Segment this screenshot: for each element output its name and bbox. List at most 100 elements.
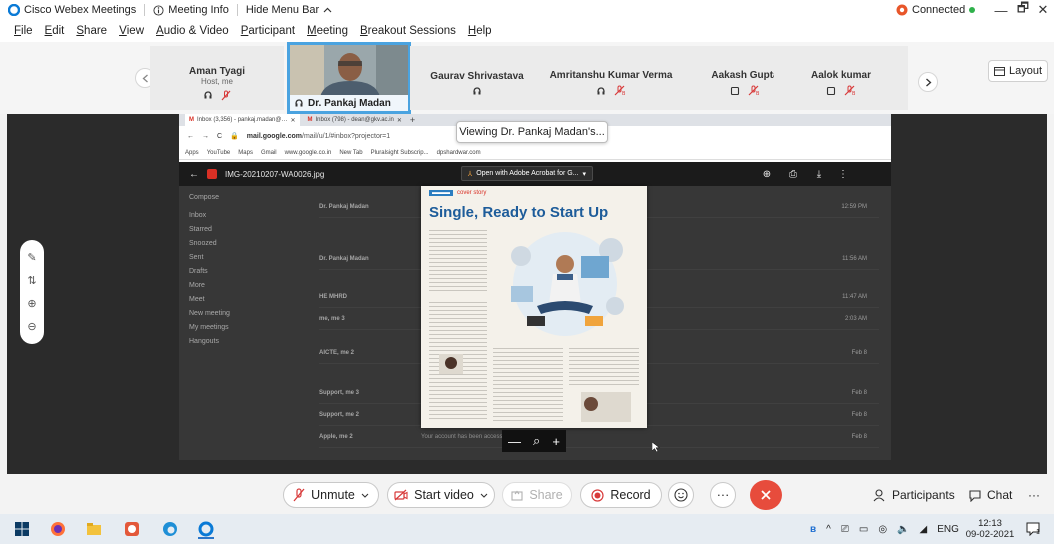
next-participants-button[interactable] <box>918 72 938 92</box>
open-with-button[interactable]: ⅄ Open with Adobe Acrobat for G... ▾ <box>461 166 593 181</box>
bookmark-item[interactable]: dpshardwar.com <box>437 150 481 156</box>
print-icon[interactable]: ⎙ <box>787 168 799 180</box>
bookmark-item[interactable]: Pluralsight Subscrip... <box>371 150 429 156</box>
zoom-out-icon[interactable]: ⊖ <box>27 320 36 333</box>
menu-help[interactable]: Help <box>462 20 498 42</box>
participant-card[interactable]: Aalok kumar B <box>774 46 908 110</box>
panel-more-button[interactable]: ··· <box>1028 482 1040 508</box>
viewing-banner[interactable]: Viewing Dr. Pankaj Madan's... <box>456 121 608 143</box>
close-button[interactable]: ✕ <box>1030 0 1054 20</box>
hide-menu-bar-button[interactable]: Hide Menu Bar <box>238 0 340 20</box>
reactions-button[interactable] <box>668 482 694 508</box>
firefox-icon[interactable] <box>50 521 66 537</box>
bookmark-item[interactable]: www.google.co.in <box>285 150 332 156</box>
bookmark-item[interactable]: Maps <box>238 150 253 156</box>
back-icon[interactable]: ← <box>187 133 194 140</box>
system-clock[interactable]: 12:13 09-02-2021 <box>965 518 1015 540</box>
participant-card[interactable]: Gaurav Shrivastava <box>410 46 544 110</box>
magazine-header: ▬▬▬ cover story <box>421 186 647 198</box>
zoom-in-icon[interactable]: ⊕ <box>27 297 36 310</box>
leave-meeting-button[interactable] <box>750 480 782 510</box>
more-options-icon[interactable]: ⋮ <box>837 168 849 180</box>
menu-view[interactable]: View <box>113 20 150 42</box>
browser-tab[interactable]: M Inbox (798) - dean@gkv.ac.in ✕ <box>303 114 406 126</box>
active-speaker-card[interactable]: Dr. Pankaj Madan <box>287 42 411 114</box>
unmute-button[interactable]: Unmute <box>283 482 379 508</box>
participants-button[interactable]: Participants <box>873 482 955 508</box>
layout-button[interactable]: Layout <box>988 60 1048 82</box>
record-label: Record <box>610 488 651 502</box>
close-tab-icon[interactable]: ✕ <box>397 117 402 124</box>
language-indicator[interactable]: ENG <box>937 524 959 535</box>
gmail-icon: M <box>189 117 194 123</box>
battery-icon[interactable]: ▭ <box>859 524 868 535</box>
bookmark-item[interactable]: New Tab <box>339 150 362 156</box>
share-button[interactable]: Share <box>502 482 572 508</box>
menu-breakout-sessions[interactable]: Breakout Sessions <box>354 20 462 42</box>
bookmark-item[interactable]: YouTube <box>207 150 231 156</box>
display-icon[interactable]: ⎚ <box>841 524 849 535</box>
reload-icon[interactable]: C <box>217 133 222 140</box>
menu-share[interactable]: Share <box>70 20 113 42</box>
meeting-info-button[interactable]: Meeting Info <box>145 0 237 20</box>
file-explorer-icon[interactable] <box>86 521 102 537</box>
forward-icon[interactable]: → <box>202 133 209 140</box>
chevron-left-icon <box>142 74 148 82</box>
menu-accelerator: M <box>307 25 317 37</box>
start-video-button[interactable]: Start video <box>387 482 495 508</box>
speaker-name: Dr. Pankaj Madan <box>308 97 391 109</box>
zoom-in-button[interactable]: + <box>552 434 560 449</box>
browser-tab-label: Inbox (798) - dean@gkv.ac.in <box>315 117 394 123</box>
new-tab-button[interactable]: + <box>410 115 415 125</box>
notification-button[interactable]: 1 <box>1026 514 1040 544</box>
windows-start-icon[interactable] <box>14 521 30 537</box>
participant-card[interactable]: Amritanshu Kumar Verma B <box>544 46 678 110</box>
close-icon <box>760 489 772 501</box>
connection-status[interactable]: Connected <box>888 0 983 20</box>
app-title: Cisco Webex Meetings <box>0 0 144 20</box>
wifi-icon[interactable]: ◢ <box>920 524 928 535</box>
layout-label: Layout <box>1008 65 1043 77</box>
chevron-down-icon <box>480 493 488 498</box>
lock-icon: 🔒 <box>230 133 239 140</box>
menu-file[interactable]: File <box>8 20 39 42</box>
more-options-button[interactable]: ··· <box>710 482 736 508</box>
chevron-up-icon[interactable]: ^ <box>826 524 831 535</box>
menu-meeting[interactable]: Meeting <box>301 20 354 42</box>
annotate-icon[interactable]: ✎ <box>27 251 36 264</box>
gmail-nav-item: Starred <box>189 225 212 233</box>
fit-icon[interactable]: ⇅ <box>27 274 36 287</box>
menu-edit[interactable]: Edit <box>39 20 71 42</box>
address-bar[interactable]: mail.google.com/mail/u/1/#inbox?projecto… <box>247 133 390 140</box>
menu-label: reakout Sessions <box>367 25 456 37</box>
magazine-text-column <box>569 348 639 388</box>
menu-label: dit <box>52 25 65 37</box>
participant-card[interactable]: Aman Tyagi Host, me <box>150 46 284 110</box>
network-icon[interactable]: ◎ <box>878 524 887 535</box>
gmail-nav-item: Inbox <box>189 211 207 219</box>
bookmark-item[interactable]: Gmail <box>261 150 277 156</box>
menu-audio-video[interactable]: Audio & Video <box>150 20 235 42</box>
menu-accelerator: E <box>44 25 53 37</box>
mic-muted-icon: B <box>614 85 626 96</box>
magazine-page-image: ▬▬▬ cover story Single, Ready to Start U… <box>421 186 647 428</box>
webex-taskbar-icon[interactable] <box>198 519 214 539</box>
video-off-icon <box>394 489 408 501</box>
back-arrow-icon[interactable]: ← <box>189 169 199 180</box>
bookmark-item[interactable]: Apps <box>185 150 199 156</box>
add-to-drive-icon[interactable]: ⊕ <box>761 168 773 180</box>
edge-icon[interactable] <box>162 521 178 537</box>
browser-tab-label: Inbox (3,356) - pankaj.madan@… <box>197 117 288 123</box>
menu-participant[interactable]: Participant <box>235 20 301 42</box>
menu-label: eeting <box>316 25 348 37</box>
app-icon[interactable] <box>124 521 140 537</box>
mouse-cursor-icon <box>652 442 660 452</box>
download-icon[interactable]: ⤓ <box>813 168 825 180</box>
volume-icon[interactable]: 🔈 <box>897 524 909 535</box>
close-tab-icon[interactable]: ✕ <box>290 117 295 124</box>
browser-tab[interactable]: M Inbox (3,356) - pankaj.madan@… ✕ <box>185 114 300 126</box>
bluetooth-icon[interactable]: ʙ <box>810 524 816 535</box>
record-button[interactable]: Record <box>580 482 662 508</box>
chat-button[interactable]: Chat <box>968 482 1012 508</box>
zoom-out-button[interactable]: — <box>508 434 521 449</box>
